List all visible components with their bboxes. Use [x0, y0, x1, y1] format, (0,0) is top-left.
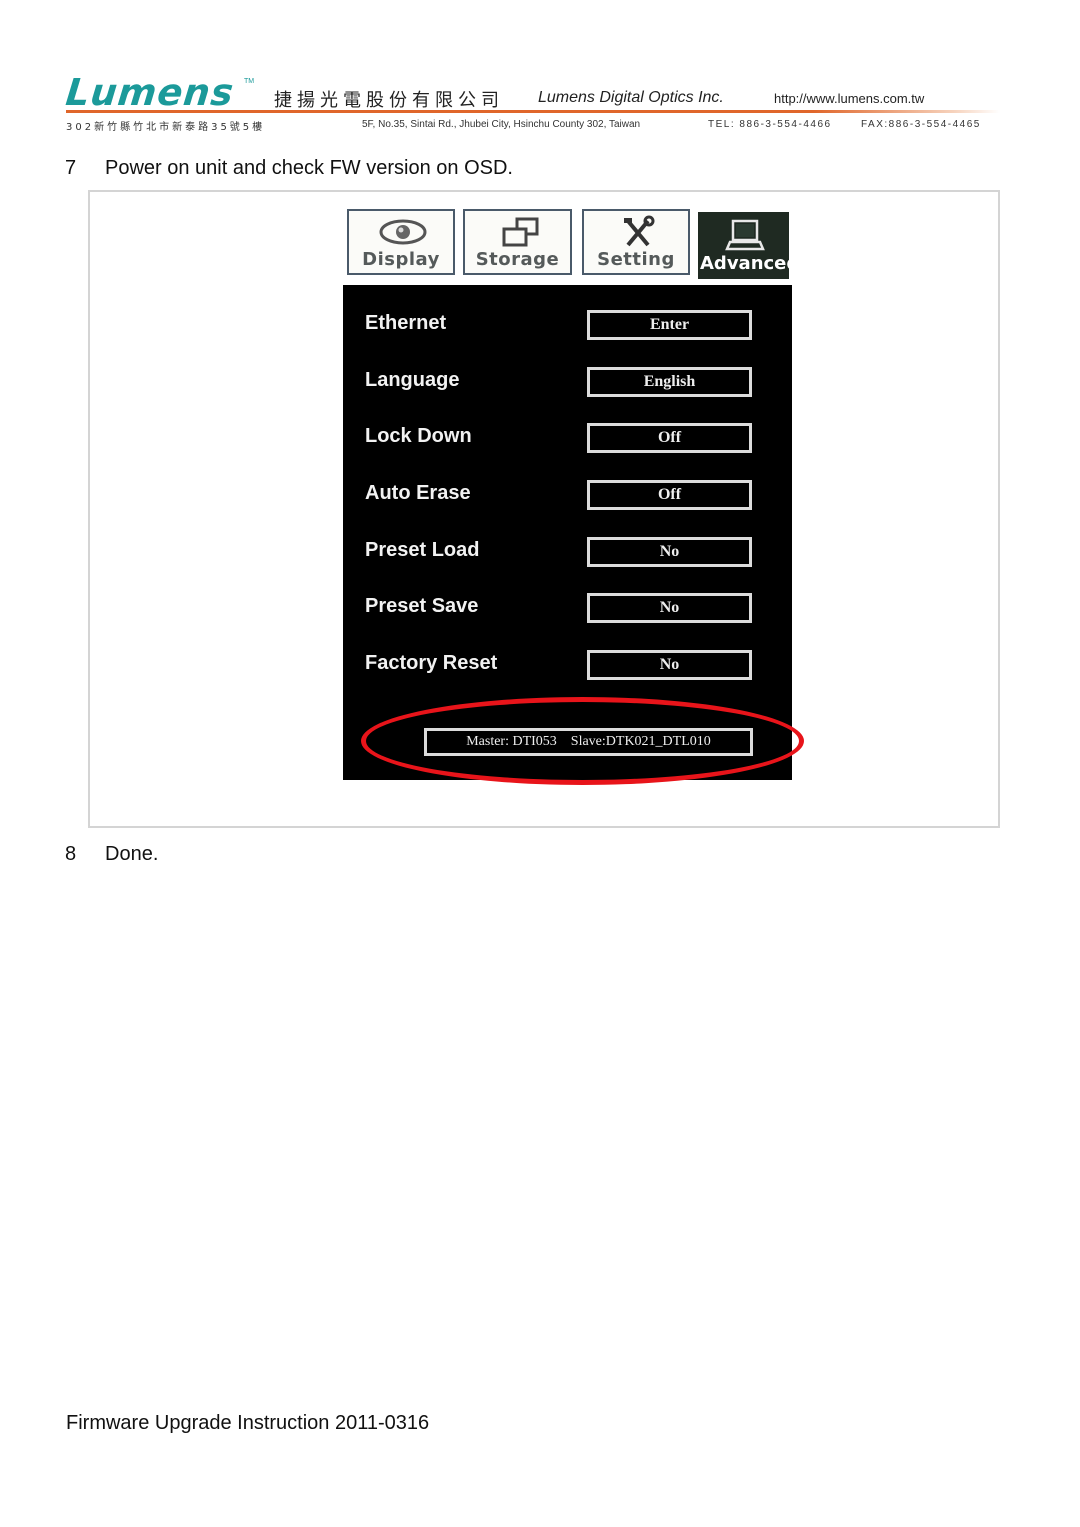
computer-icon [700, 218, 787, 252]
menu-row-preset-save[interactable]: Preset Save No [343, 593, 792, 625]
step-number: 7 [65, 157, 77, 179]
tab-label: Display [362, 249, 440, 270]
eye-icon [349, 215, 453, 249]
row-value[interactable]: No [587, 650, 752, 680]
highlight-ellipse [361, 697, 804, 785]
windows-icon [465, 215, 570, 249]
step-text: Done. [105, 843, 159, 865]
row-label: Factory Reset [365, 652, 498, 674]
row-label: Preset Save [365, 595, 479, 617]
header-divider [66, 110, 1000, 113]
menu-row-preset-load[interactable]: Preset Load No [343, 537, 792, 569]
row-value[interactable]: Enter [587, 310, 752, 340]
company-website[interactable]: http://www.lumens.com.tw [774, 91, 924, 106]
tab-label: Storage [475, 249, 560, 270]
tools-icon [584, 215, 688, 249]
address-chinese: 302新竹縣竹北市新泰路35號5樓 [66, 122, 266, 133]
step-text: Power on unit and check FW version on OS… [105, 157, 513, 179]
tab-display[interactable]: Display [347, 209, 455, 275]
tab-setting[interactable]: Setting [582, 209, 690, 275]
tab-label: Advanced [700, 253, 800, 274]
tab-storage[interactable]: Storage [463, 209, 572, 275]
row-label: Lock Down [365, 425, 472, 447]
row-label: Preset Load [365, 539, 480, 561]
company-name-chinese: 捷揚光電股份有限公司 [274, 90, 504, 111]
row-value[interactable]: English [587, 367, 752, 397]
company-name-english: Lumens Digital Optics Inc. [538, 89, 724, 106]
row-value[interactable]: No [587, 537, 752, 567]
row-label: Auto Erase [365, 482, 471, 504]
document-footer: Firmware Upgrade Instruction 2011-0316 [66, 1412, 430, 1434]
menu-row-factory-reset[interactable]: Factory Reset No [343, 650, 792, 682]
lumens-logo: Lumens [63, 71, 237, 114]
row-label: Language [365, 369, 460, 391]
menu-row-auto-erase[interactable]: Auto Erase Off [343, 480, 792, 512]
row-value[interactable]: No [587, 593, 752, 623]
row-value[interactable]: Off [587, 480, 752, 510]
row-value[interactable]: Off [587, 423, 752, 453]
fax-number: FAX:886-3-554-4465 [861, 119, 981, 130]
menu-row-language[interactable]: Language English [343, 367, 792, 399]
address-english: 5F, No.35, Sintai Rd., Jhubei City, Hsin… [362, 119, 641, 130]
menu-row-lock-down[interactable]: Lock Down Off [343, 423, 792, 455]
tab-advanced[interactable]: Advanced [698, 212, 800, 279]
row-label: Ethernet [365, 312, 447, 334]
telephone: TEL: 886-3-554-4466 [708, 119, 832, 130]
menu-row-ethernet[interactable]: Ethernet Enter [343, 310, 792, 342]
trademark-mark: TM [244, 78, 255, 85]
step-number: 8 [65, 843, 77, 865]
tab-label: Setting [597, 249, 675, 270]
